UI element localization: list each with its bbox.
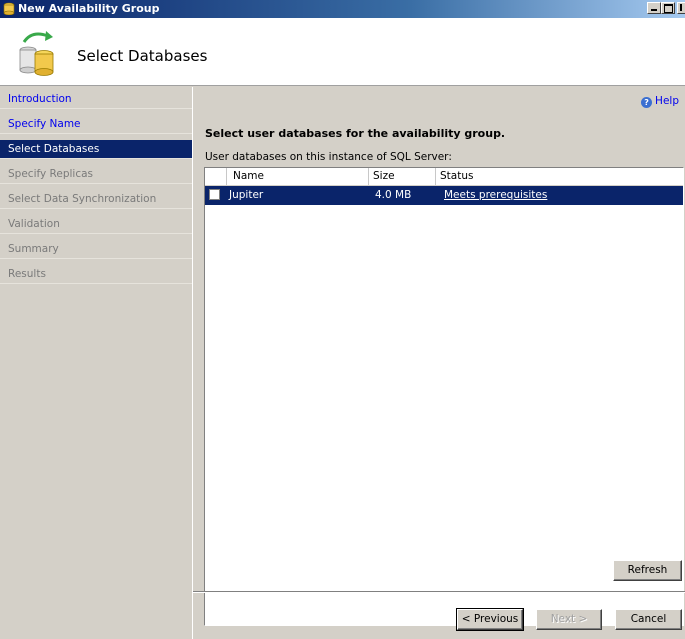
nav-item-introduction[interactable]: Introduction	[0, 90, 192, 109]
help-label: Help	[655, 95, 679, 107]
window-title: New Availability Group	[18, 2, 160, 15]
database-name: Jupiter	[229, 189, 264, 201]
previous-button[interactable]: < Previous	[456, 608, 524, 631]
minimize-button[interactable]	[647, 2, 661, 14]
databases-list-label: User databases on this instance of SQL S…	[205, 151, 452, 163]
database-size: 4.0 MB	[375, 189, 412, 201]
grid-header: Name Size Status	[205, 168, 683, 186]
nav-item-validation: Validation	[0, 215, 192, 234]
column-header-status[interactable]: Status	[436, 168, 683, 185]
new-availability-group-window: New Availability Group Select Databases …	[0, 0, 685, 639]
next-button[interactable]: Next >	[536, 609, 602, 630]
nav-item-specify-name[interactable]: Specify Name	[0, 115, 192, 134]
database-sync-icon	[19, 31, 54, 76]
nav-item-results: Results	[0, 265, 192, 284]
help-link[interactable]: ? Help	[641, 95, 679, 108]
maximize-button[interactable]	[661, 2, 675, 14]
help-icon: ?	[641, 97, 653, 108]
footer-separator	[193, 591, 685, 593]
page-title: Select Databases	[77, 47, 208, 65]
column-header-size[interactable]: Size	[369, 168, 436, 185]
title-bar[interactable]: New Availability Group	[0, 0, 685, 18]
cancel-button[interactable]: Cancel	[615, 609, 682, 630]
refresh-button[interactable]: Refresh	[613, 560, 682, 581]
main-content: ? Help Select user databases for the avai…	[193, 87, 685, 639]
close-button[interactable]	[677, 2, 685, 14]
instruction-text: Select user databases for the availabili…	[205, 127, 506, 140]
nav-item-select-data-synchronization: Select Data Synchronization	[0, 190, 192, 209]
nav-item-select-databases[interactable]: Select Databases	[0, 140, 192, 159]
wizard-nav: Introduction Specify Name Select Databas…	[0, 87, 193, 639]
app-icon	[3, 2, 15, 15]
database-status-link[interactable]: Meets prerequisites	[444, 186, 547, 205]
databases-grid[interactable]: Name Size Status Jupiter 4.0 MB Meets pr…	[204, 167, 684, 626]
table-row[interactable]: Jupiter 4.0 MB Meets prerequisites	[205, 186, 683, 205]
column-header-select[interactable]	[205, 168, 227, 185]
page-header: Select Databases	[0, 18, 685, 86]
database-select-checkbox[interactable]	[209, 189, 220, 200]
column-header-name[interactable]: Name	[227, 168, 369, 185]
nav-item-specify-replicas: Specify Replicas	[0, 165, 192, 184]
nav-item-summary: Summary	[0, 240, 192, 259]
